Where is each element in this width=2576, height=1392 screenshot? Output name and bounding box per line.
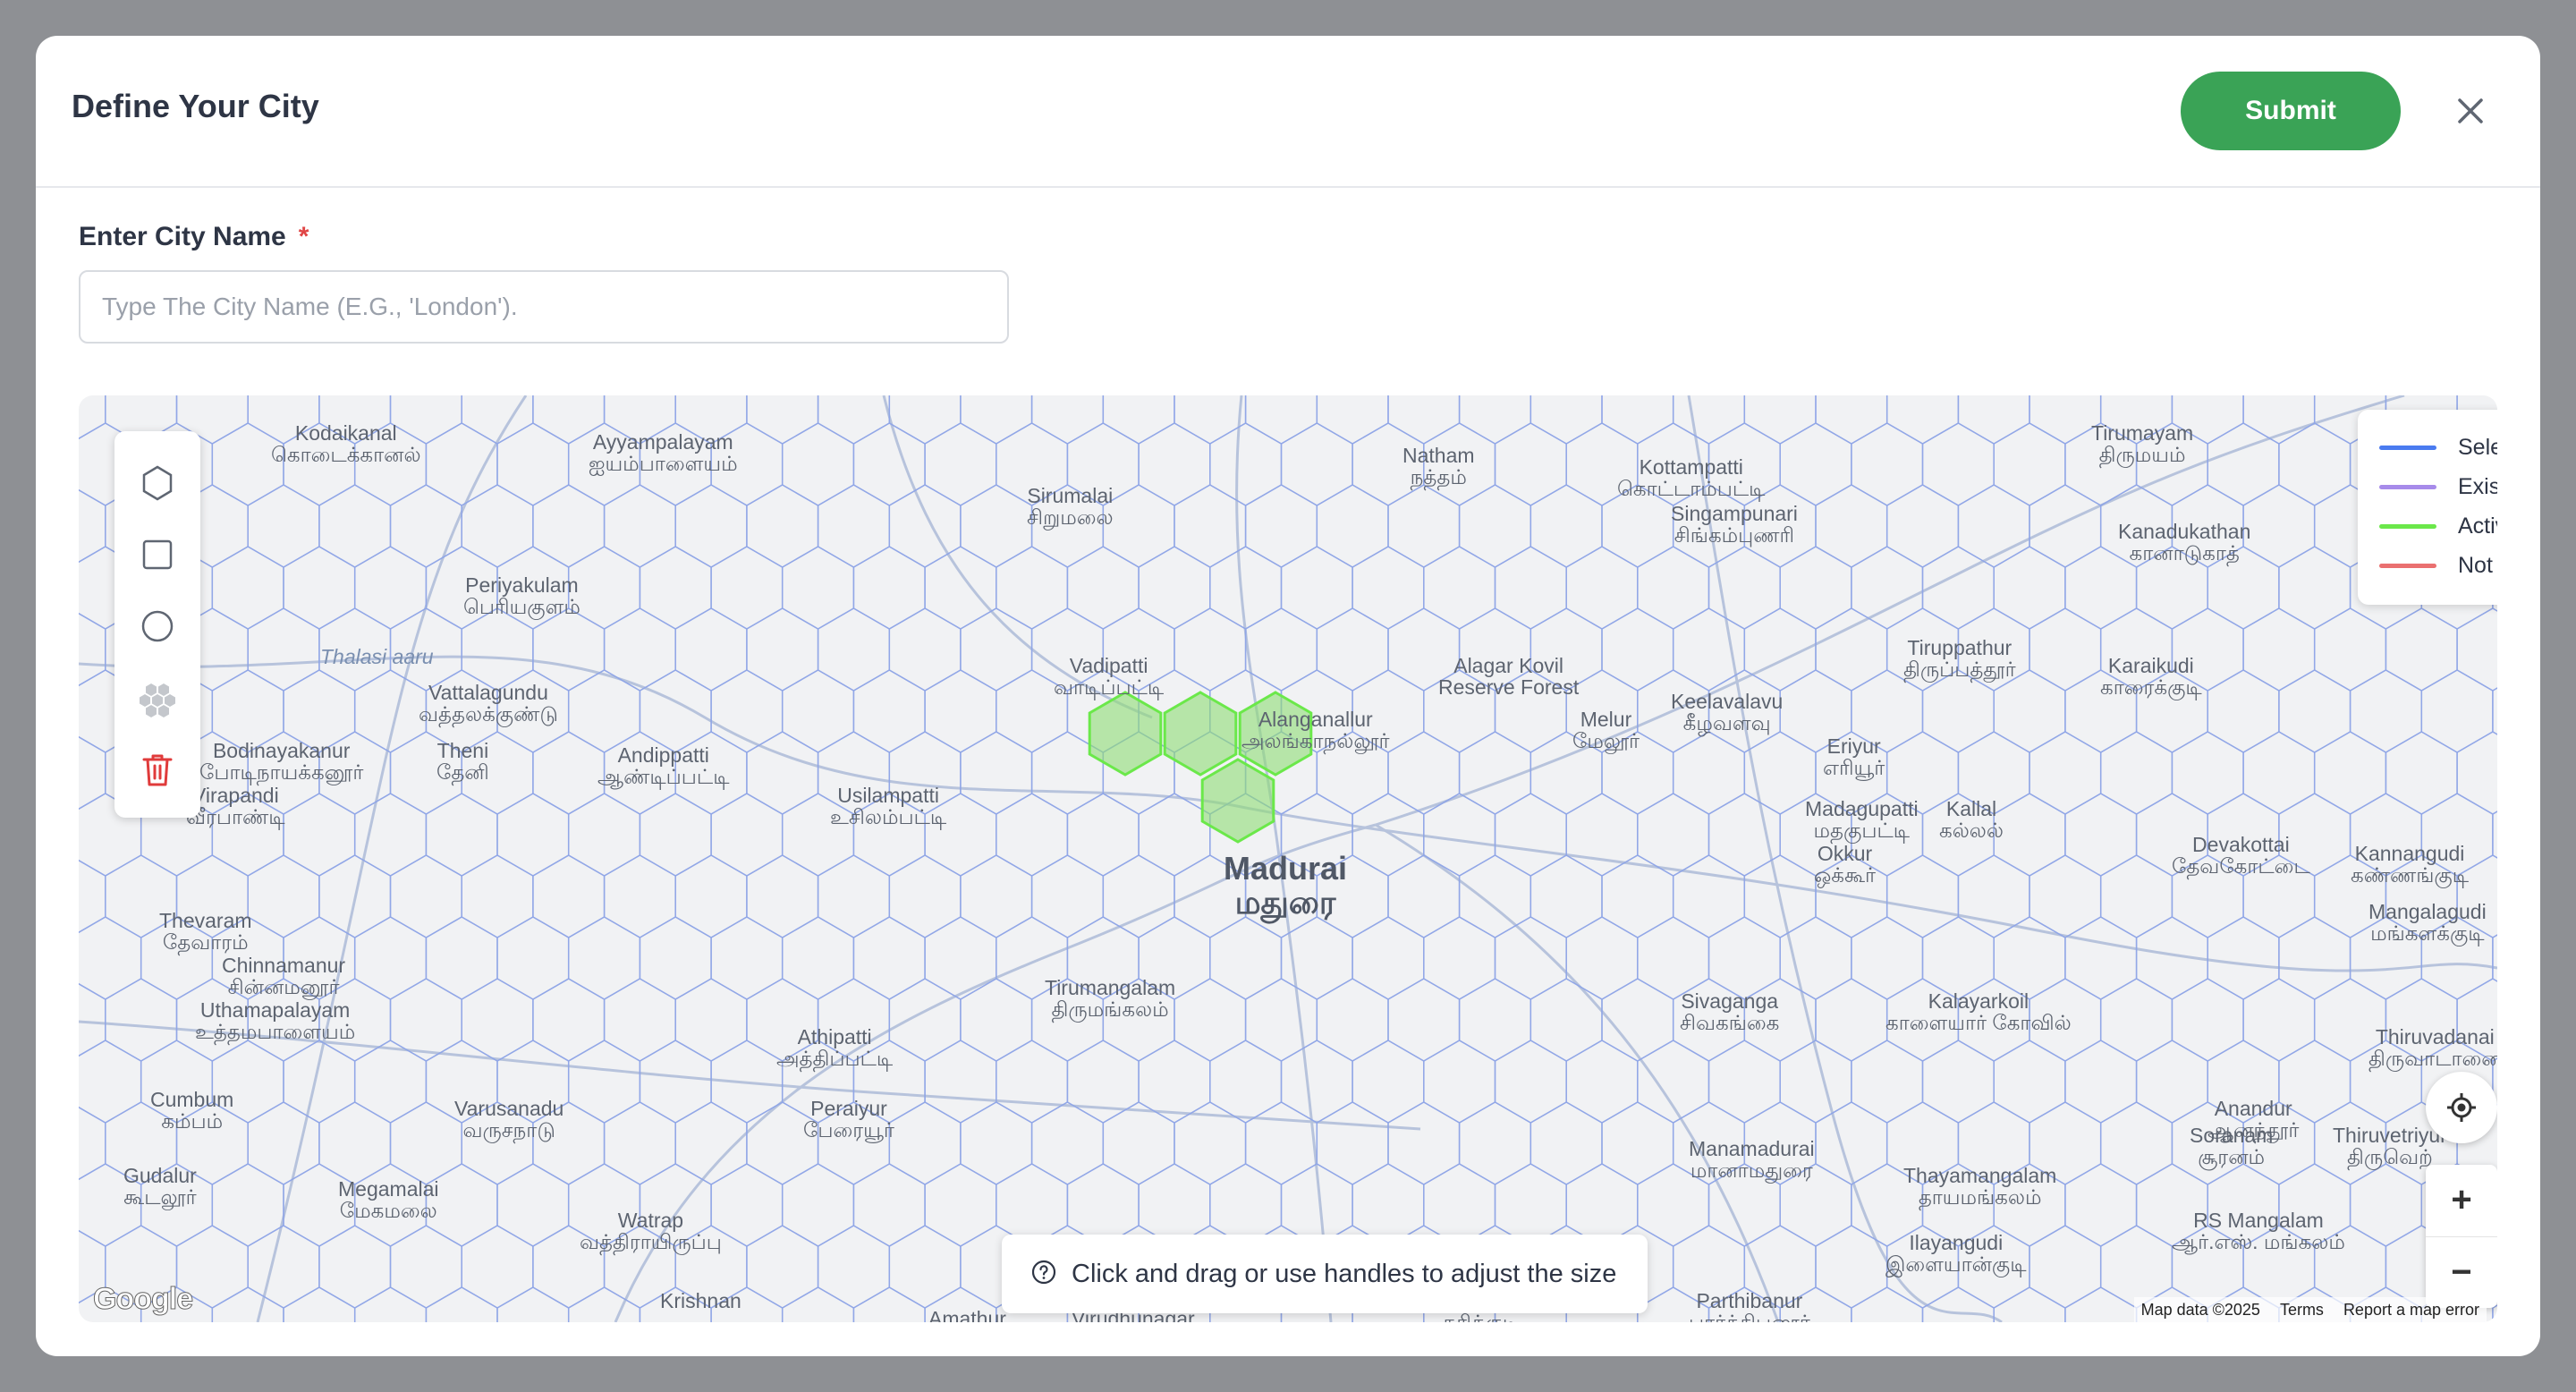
legend-swatch <box>2379 445 2436 450</box>
place-label: Thevaram தேவாரம் <box>159 909 252 955</box>
terms-link[interactable]: Terms <box>2280 1301 2324 1320</box>
place-label: Bodinayakanur போடிநாயக்கனூர் <box>199 739 364 785</box>
place-label: Ilayangudi இளையான்குடி <box>1885 1231 2027 1277</box>
city-name-input[interactable] <box>79 270 1009 344</box>
submit-button[interactable]: Submit <box>2181 72 2401 150</box>
place-label: Kalayarkoil காளையார் கோவில் <box>1885 989 2072 1035</box>
zoom-controls: + − <box>2426 1165 2497 1308</box>
legend-swatch <box>2379 484 2436 489</box>
help-circle-icon <box>1030 1259 1057 1290</box>
place-label: Thalasi aaru <box>320 645 434 668</box>
map-area[interactable]: Kodaikanal கொடைக்கானல் Ayyampalayam ஐயம்ப… <box>79 395 2497 1322</box>
modal-header: Define Your City Submit <box>36 36 2540 188</box>
place-label: Cumbum கம்பம் <box>150 1088 234 1133</box>
city-name-label: Enter City Name * <box>79 222 309 252</box>
hexagon-icon[interactable] <box>136 462 179 505</box>
place-label: Chinnamanur சின்னமனூர் <box>222 954 346 999</box>
place-label: Tiruppathur திருப்பத்தூர் <box>1903 636 2016 682</box>
report-error-link[interactable]: Report a map error <box>2343 1301 2479 1320</box>
place-label: Athipatti அத்திப்பட்டி <box>776 1025 894 1071</box>
legend-label: Existing Regions <box>2458 473 2497 499</box>
place-label: Kodaikanal கொடைக்கானல் <box>271 421 421 467</box>
place-label: Keelavalavu கீழவளவு <box>1671 690 1784 735</box>
place-label: Gudalur கூடலூர் <box>123 1164 197 1210</box>
legend-item-existing-regions: Existing Regions <box>2379 469 2497 505</box>
place-label: Madagupatti மதகுபட்டி <box>1805 797 1919 843</box>
legend-item-active-region: Active Region <box>2379 508 2497 544</box>
hint-text: Click and drag or use handles to adjust … <box>1072 1259 1617 1288</box>
legend-swatch <box>2379 563 2436 568</box>
drawing-toolbar <box>114 431 200 818</box>
place-label: Vattalagundu வத்தலக்குண்டு <box>419 681 558 726</box>
place-label: Watrap வத்திராயிருப்பு <box>580 1209 722 1254</box>
required-asterisk: * <box>298 222 309 251</box>
place-label: Devakottai தேவகோட்டை <box>2172 833 2310 878</box>
place-label: Karaikudi காரைக்குடி <box>2100 654 2202 700</box>
place-label: Kallal கல்லல் <box>1939 797 2004 843</box>
place-label: Ayyampalayam ஐயம்பாளையம் <box>589 430 738 476</box>
zoom-in-button[interactable]: + <box>2426 1165 2497 1237</box>
place-label: Andippatti ஆண்டிப்பட்டி <box>597 743 730 789</box>
place-label: Singampunari சிங்கம்புணரி <box>1671 502 1798 547</box>
place-label: Sivaganga சிவகங்கை <box>1680 989 1780 1035</box>
place-label: Alagar Kovil Reserve Forest <box>1438 654 1580 700</box>
place-label: Soranam சூரனம் <box>2190 1124 2274 1169</box>
close-icon[interactable] <box>2451 91 2490 131</box>
circle-icon[interactable] <box>136 605 179 648</box>
place-label: Megamalai மேகமலை <box>338 1177 439 1223</box>
place-label: Kanadukathan கானாடுகாத் <box>2118 520 2251 565</box>
place-label: Thiruvetriyur திருவெற் <box>2333 1124 2447 1169</box>
cluster-icon[interactable] <box>136 676 179 719</box>
legend-label: Active Region <box>2458 513 2497 539</box>
place-label: Usilampatti உசிலம்பட்டி <box>830 784 947 829</box>
place-label: Tirumangalam திருமங்கலம் <box>1045 976 1176 1022</box>
legend-label: Selectable <box>2458 434 2497 460</box>
city-name-label-text: Enter City Name <box>79 222 286 251</box>
place-label: Natham நத்தம் <box>1402 444 1475 489</box>
trash-icon[interactable] <box>136 748 179 791</box>
place-label: Varusanadu வருசநாடு <box>454 1097 564 1142</box>
place-label: Okkur ஒக்கூர் <box>1814 842 1877 887</box>
place-label: Theni தேனி <box>436 739 489 785</box>
place-label: Krishnan <box>660 1289 741 1312</box>
place-label: Thayamangalam தாயமங்கலம் <box>1903 1164 2057 1210</box>
place-label: Kottampatti கொட்டாம்பட்டி <box>1617 455 1766 501</box>
place-label: Uthamapalayam உத்தமபாளையம் <box>195 998 356 1044</box>
locate-icon[interactable] <box>2426 1072 2497 1143</box>
place-label: Amathur <box>928 1307 1006 1322</box>
place-label: Mangalagudi மங்களக்குடி <box>2368 900 2487 946</box>
map-attribution: Map data ©2025 Terms Report a map error <box>2133 1297 2487 1322</box>
place-label: Vadipatti வாடிப்பட்டி <box>1054 654 1165 700</box>
modal-title: Define Your City <box>72 88 319 124</box>
place-label: Virapandi வீரபாண்டி <box>186 784 285 829</box>
map-legend: Selectable Existing Regions Active Regio… <box>2358 410 2497 605</box>
place-label: Periyakulam பெரியகுளம் <box>463 573 580 619</box>
legend-swatch <box>2379 523 2436 529</box>
legend-label: Not Connected <box>2458 552 2497 578</box>
legend-item-selectable: Selectable <box>2379 429 2497 465</box>
place-label: Melur மேலூர் <box>1572 708 1640 753</box>
place-label: Thiruvadanai திருவாடானை <box>2368 1025 2497 1071</box>
place-label: Kannangudi கண்ணங்குடி <box>2351 842 2470 887</box>
square-icon[interactable] <box>136 533 179 576</box>
place-label: Tirumayam திருமயம் <box>2091 421 2194 467</box>
place-label: Madurai மதுரை <box>1224 850 1348 921</box>
resize-hint: Click and drag or use handles to adjust … <box>1002 1235 1648 1313</box>
map-data-text: Map data ©2025 <box>2140 1300 2260 1319</box>
place-label: Parthibanur பார்த்திபனூர் <box>1689 1289 1810 1322</box>
place-label: Peraiyur பேரையூர் <box>803 1097 894 1142</box>
place-label: Sirumalai சிறுமலை <box>1027 484 1114 530</box>
place-label: Alanganallur அலங்காநல்லூர் <box>1241 708 1390 753</box>
define-city-modal: Define Your City Submit Enter City Name *… <box>36 36 2540 1356</box>
legend-item-not-connected: Not Connected <box>2379 547 2497 583</box>
place-label: RS Mangalam ஆர்.எஸ். மங்கலம் <box>2172 1209 2345 1254</box>
google-logo: Google <box>92 1282 193 1317</box>
place-label: Eriyur எரியூர் <box>1823 734 1885 780</box>
place-label: Manamadurai மானாமதுரை <box>1689 1137 1815 1183</box>
